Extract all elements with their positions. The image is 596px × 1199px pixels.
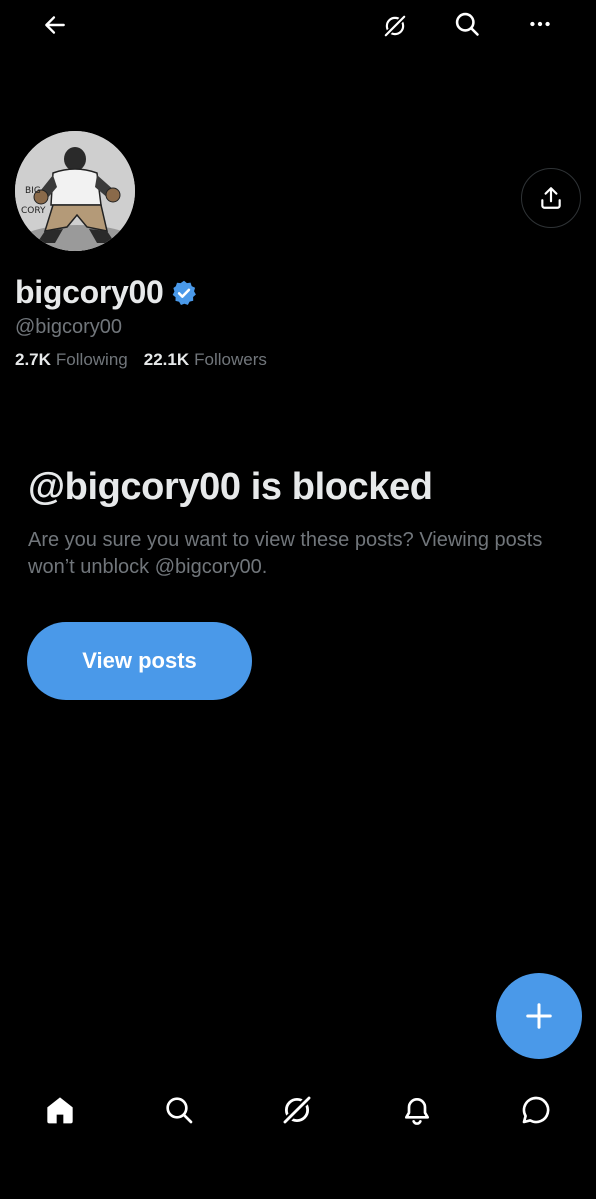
profile-stats: 2.7K Following 22.1K Followers <box>15 350 283 370</box>
blocked-description: Are you sure you want to view these post… <box>28 529 543 578</box>
messages-icon <box>522 1096 550 1124</box>
display-name: bigcory00 <box>15 274 164 310</box>
home-icon <box>47 1097 73 1124</box>
following-stat[interactable]: 2.7K Following <box>15 350 128 370</box>
nav-home[interactable] <box>36 1086 84 1134</box>
nav-messages[interactable] <box>512 1086 560 1134</box>
top-bar <box>0 0 596 52</box>
grok-icon <box>383 14 407 38</box>
profile-name-row: bigcory00 <box>15 274 198 311</box>
profile-handle: @bigcory00 <box>15 316 123 338</box>
avatar-image: BIG CORY <box>15 131 135 251</box>
plus-icon <box>526 1003 552 1029</box>
following-label: Following <box>55 350 128 369</box>
bottom-navigation <box>0 1070 596 1150</box>
compose-fab-button[interactable] <box>496 973 582 1059</box>
notifications-icon <box>405 1098 429 1125</box>
nav-notifications[interactable] <box>393 1086 441 1134</box>
profile-screen: BIG CORY bigcory00 @bigcory00 2.7K Follo… <box>0 0 596 1199</box>
view-posts-button[interactable]: View posts <box>27 622 252 700</box>
svg-text:CORY: CORY <box>21 206 46 216</box>
more-button[interactable] <box>518 2 562 46</box>
followers-label: Followers <box>194 350 267 369</box>
share-icon <box>541 187 561 209</box>
followers-stat[interactable]: 22.1K Followers <box>144 350 267 370</box>
share-profile-button[interactable] <box>521 168 581 228</box>
nav-grok[interactable] <box>273 1086 321 1134</box>
grok-icon <box>281 1094 313 1126</box>
arrow-left-icon <box>45 16 65 34</box>
search-button[interactable] <box>445 2 489 46</box>
followers-count: 22.1K <box>143 350 190 369</box>
grok-button[interactable] <box>373 4 417 48</box>
back-button[interactable] <box>33 3 77 47</box>
more-horizontal-icon <box>530 21 550 27</box>
verified-badge-icon[interactable] <box>170 279 198 307</box>
following-count: 2.7K <box>15 350 51 369</box>
search-icon <box>455 12 479 36</box>
nav-search[interactable] <box>155 1086 203 1134</box>
avatar[interactable]: BIG CORY <box>13 129 137 253</box>
svg-text:BIG: BIG <box>25 186 41 196</box>
blocked-title: @bigcory00 is blocked <box>28 466 433 508</box>
search-icon <box>166 1097 193 1124</box>
